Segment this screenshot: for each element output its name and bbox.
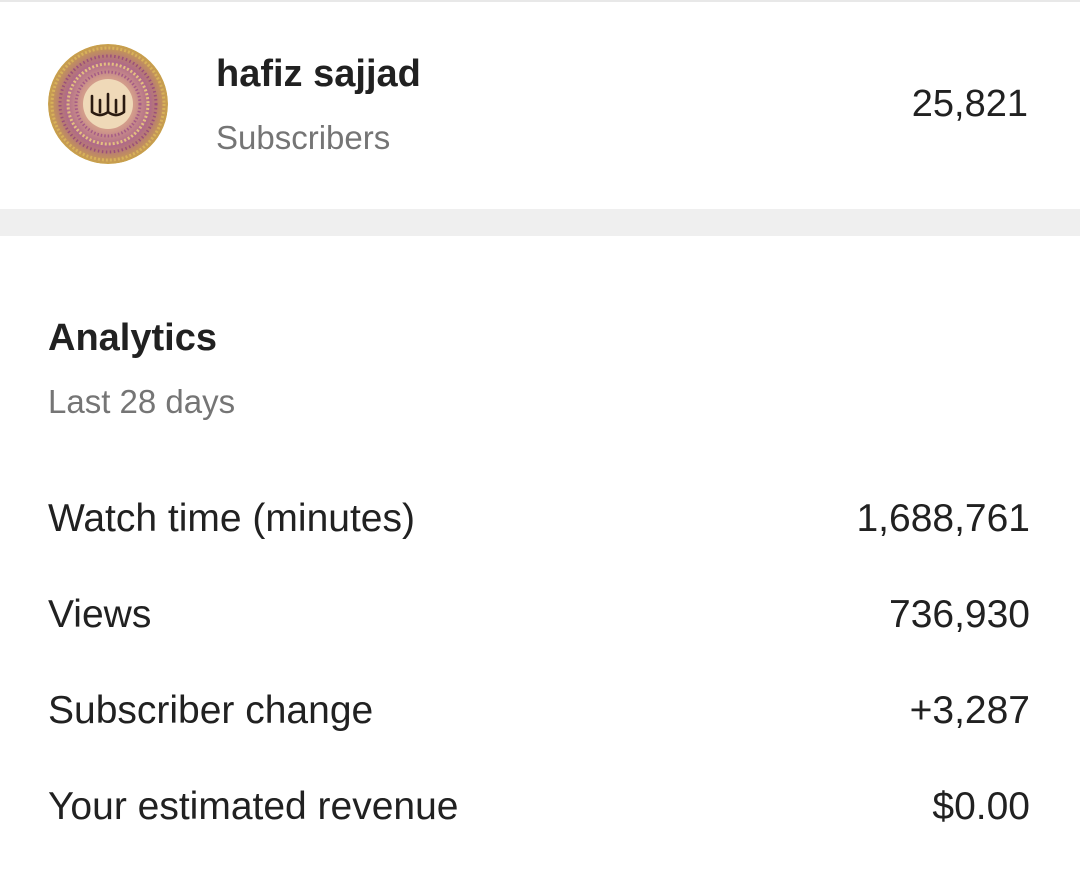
metric-value: 736,930 (889, 593, 1030, 636)
metric-value: +3,287 (909, 689, 1030, 732)
analytics-title: Analytics (48, 317, 217, 359)
metric-row-watch-time[interactable]: Watch time (minutes) 1,688,761 (48, 494, 1030, 544)
metric-row-estimated-revenue[interactable]: Your estimated revenue $0.00 (48, 782, 1030, 832)
metric-row-views[interactable]: Views 736,930 (48, 590, 1030, 640)
analytics-card[interactable]: Analytics Last 28 days Watch time (minut… (0, 236, 1080, 880)
metric-label: Subscriber change (48, 689, 374, 732)
subscribers-label: Subscribers (216, 119, 391, 156)
analytics-period: Last 28 days (48, 383, 236, 420)
channel-card[interactable]: hafiz sajjad Subscribers 25,821 (0, 0, 1080, 209)
calligraphy-avatar-icon (48, 44, 168, 164)
section-divider (0, 209, 1080, 236)
metric-value: $0.00 (932, 785, 1030, 828)
metric-label: Views (48, 593, 152, 636)
metric-value: 1,688,761 (856, 497, 1030, 540)
channel-avatar[interactable] (48, 44, 168, 164)
metric-label: Watch time (minutes) (48, 497, 415, 540)
metric-label: Your estimated revenue (48, 785, 459, 828)
subscribers-count: 25,821 (911, 83, 1028, 125)
page: hafiz sajjad Subscribers 25,821 Analytic… (0, 0, 1080, 880)
metric-row-subscriber-change[interactable]: Subscriber change +3,287 (48, 686, 1030, 736)
channel-name[interactable]: hafiz sajjad (216, 52, 421, 96)
